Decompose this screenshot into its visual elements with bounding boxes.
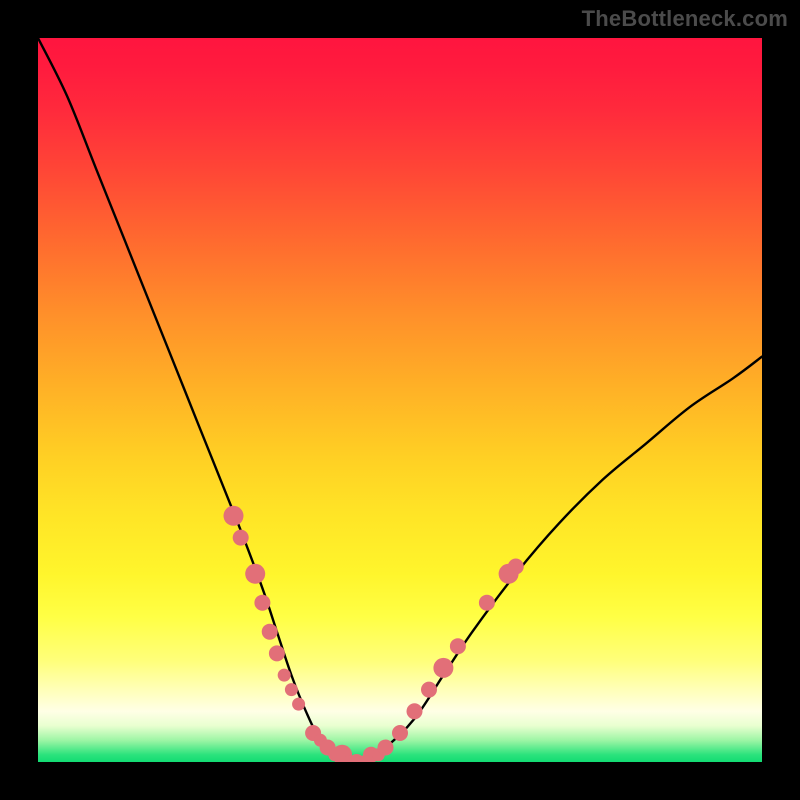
marker-point xyxy=(479,595,495,611)
marker-point xyxy=(508,559,524,575)
marker-point xyxy=(245,564,265,584)
marker-point xyxy=(450,638,466,654)
marker-point xyxy=(392,725,408,741)
watermark-text: TheBottleneck.com xyxy=(582,6,788,32)
marker-point xyxy=(233,530,249,546)
marker-point xyxy=(285,683,298,696)
marker-point xyxy=(278,669,291,682)
marker-point xyxy=(269,645,285,661)
marker-point xyxy=(378,740,394,756)
valley-markers xyxy=(224,506,524,762)
marker-point xyxy=(254,595,270,611)
marker-point xyxy=(224,506,244,526)
marker-point xyxy=(407,703,423,719)
marker-point xyxy=(262,624,278,640)
curve-svg xyxy=(38,38,762,762)
marker-point xyxy=(433,658,453,678)
chart-frame: TheBottleneck.com xyxy=(0,0,800,800)
plot-area xyxy=(38,38,762,762)
marker-point xyxy=(421,682,437,698)
bottleneck-curve xyxy=(38,38,762,762)
marker-point xyxy=(292,698,305,711)
